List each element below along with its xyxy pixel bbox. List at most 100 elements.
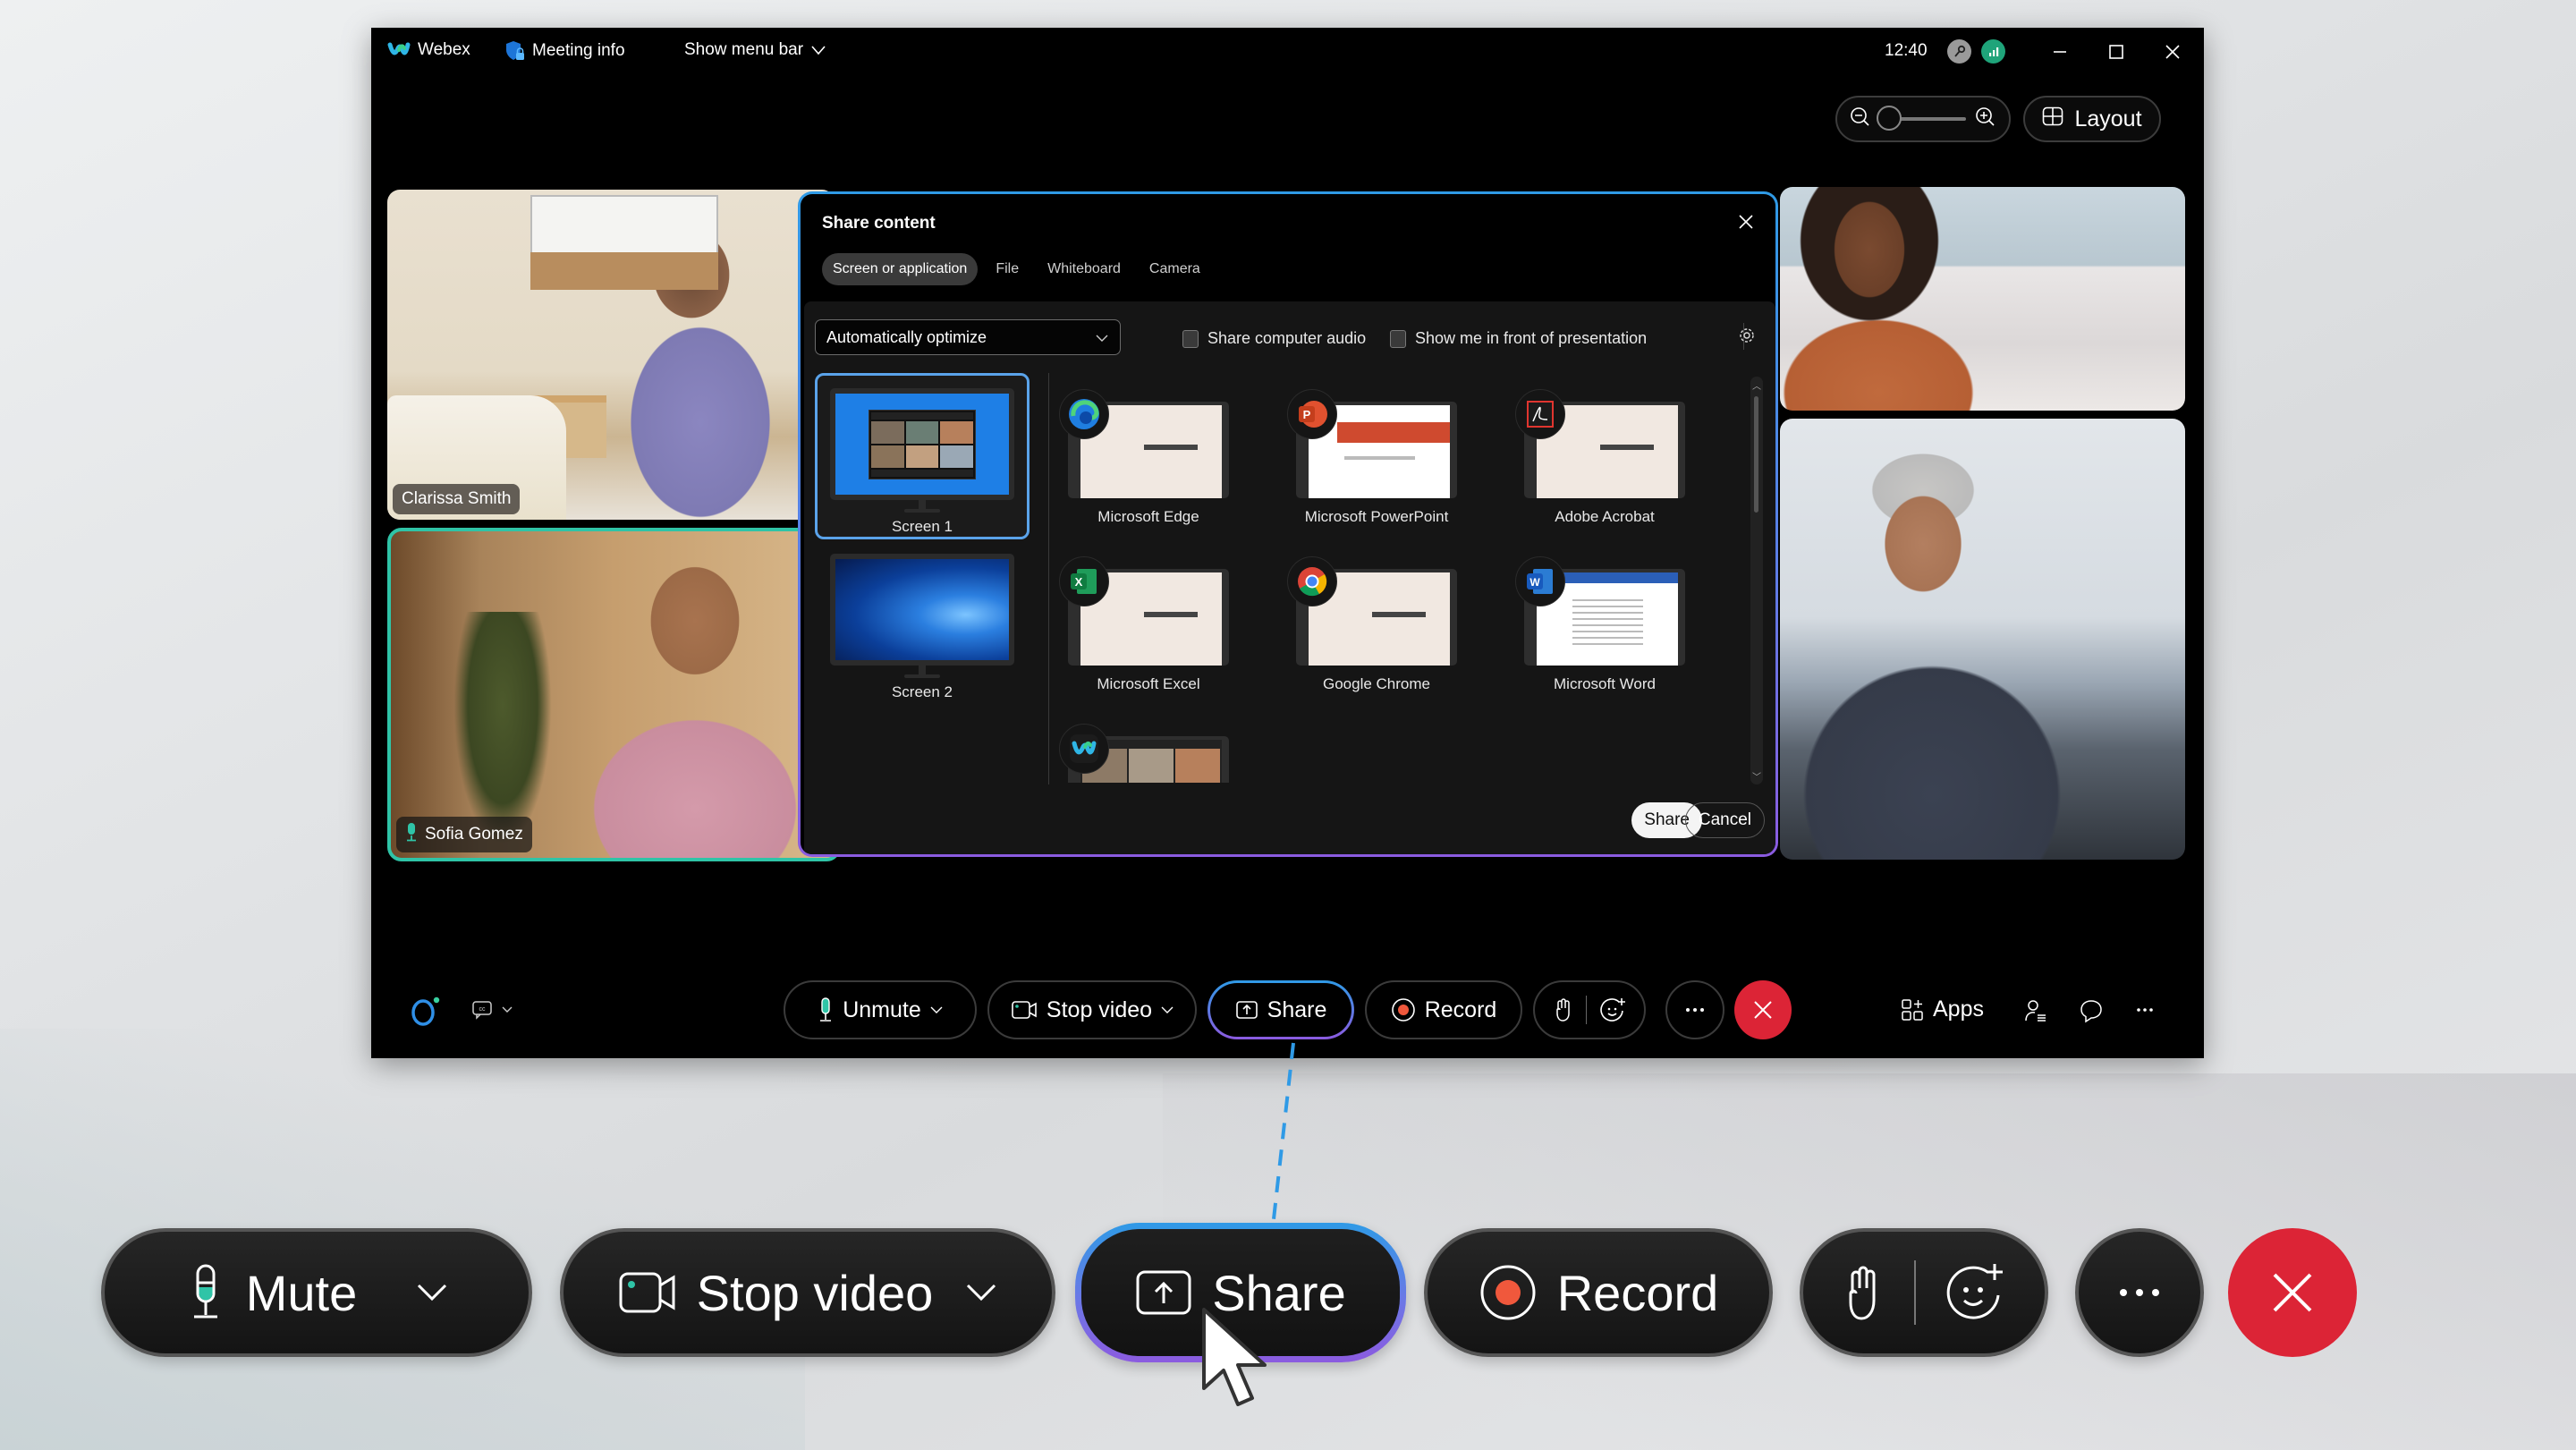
close-icon xyxy=(2273,1273,2312,1312)
shield-lock-icon xyxy=(505,40,525,62)
enlarged-mute-button[interactable]: Mute xyxy=(101,1228,532,1357)
participant-name: Sofia Gomez xyxy=(425,825,523,844)
optimize-dropdown-value: Automatically optimize xyxy=(826,327,987,346)
svg-text:X: X xyxy=(1075,575,1083,589)
screen-1-thumbnail xyxy=(835,394,1009,495)
participant-video-tile[interactable] xyxy=(1780,419,2185,860)
participant-video-tile[interactable]: Clarissa Smith xyxy=(387,190,835,520)
ai-assistant-button[interactable] xyxy=(409,995,445,1027)
closed-captions-icon: cc xyxy=(472,1001,492,1020)
application-label: Microsoft Word xyxy=(1554,675,1656,692)
video-camera-icon xyxy=(1012,1001,1037,1019)
webex-meeting-window: Webex Meeting info Show menu bar 12:40 L… xyxy=(371,28,2204,1058)
layout-button[interactable]: Layout xyxy=(2023,96,2161,142)
enlarged-record-button[interactable]: Record xyxy=(1424,1228,1773,1357)
dialog-close-button[interactable] xyxy=(1733,208,1759,235)
microphone-active-icon xyxy=(405,822,418,847)
tab-whiteboard[interactable]: Whiteboard xyxy=(1037,253,1131,285)
edge-icon xyxy=(1059,389,1109,439)
participant-name-tag: Clarissa Smith xyxy=(393,484,521,514)
zoom-out-icon[interactable] xyxy=(1850,106,1871,132)
screen-label: Screen 2 xyxy=(891,683,953,700)
app-name: Webex xyxy=(418,40,470,59)
network-health-icon[interactable] xyxy=(1981,39,2005,64)
screen-option[interactable]: Screen 1 xyxy=(815,373,1030,539)
show-menu-bar-button[interactable]: Show menu bar xyxy=(684,40,826,60)
zoom-slider-thumb[interactable] xyxy=(1877,106,1902,131)
callout-dashed-line xyxy=(1272,1042,1295,1220)
raise-hand-icon[interactable] xyxy=(1843,1263,1887,1322)
svg-text:cc: cc xyxy=(479,1006,487,1013)
tab-file[interactable]: File xyxy=(985,253,1030,285)
record-icon xyxy=(1391,998,1415,1022)
share-tabs: Screen or application File Whiteboard Ca… xyxy=(822,253,1211,285)
close-window-button[interactable] xyxy=(2159,38,2186,65)
apps-scrollbar[interactable]: ︿ ﹀ xyxy=(1750,377,1763,784)
record-icon xyxy=(1480,1265,1536,1320)
zoom-slider[interactable] xyxy=(1877,106,1966,131)
end-call-button[interactable] xyxy=(1734,980,1792,1039)
acrobat-icon xyxy=(1515,389,1565,439)
scrollbar-thumb[interactable] xyxy=(1754,396,1758,513)
mouse-pointer-icon xyxy=(1202,1308,1267,1406)
show-menu-bar-label: Show menu bar xyxy=(684,40,804,59)
zoom-in-icon[interactable] xyxy=(1975,106,1996,132)
divider xyxy=(1914,1260,1916,1325)
participants-button[interactable] xyxy=(2024,998,2047,1023)
screen-option[interactable]: Screen 2 xyxy=(815,541,1030,708)
optimize-dropdown[interactable]: Automatically optimize xyxy=(815,319,1121,355)
record-button[interactable]: Record xyxy=(1365,980,1522,1039)
record-label: Record xyxy=(1424,996,1497,1022)
panel-more-options-button[interactable] xyxy=(2136,1007,2154,1013)
active-speaker-video-tile[interactable]: Sofia Gomez xyxy=(387,528,841,861)
layout-grid-icon xyxy=(2042,106,2063,132)
participant-name: Clarissa Smith xyxy=(402,489,512,508)
share-settings-button[interactable] xyxy=(1738,326,1756,349)
scroll-down-icon[interactable]: ﹀ xyxy=(1752,769,1761,783)
add-reaction-icon[interactable] xyxy=(1599,996,1626,1023)
participants-icon xyxy=(2025,1000,2046,1022)
add-reaction-icon[interactable] xyxy=(1943,1261,2005,1324)
meeting-info-button[interactable]: Meeting info xyxy=(505,40,625,62)
tab-camera[interactable]: Camera xyxy=(1139,253,1211,285)
participant-video-tile[interactable] xyxy=(1780,187,2185,411)
chat-button[interactable] xyxy=(2080,998,2103,1023)
share-screen-icon xyxy=(1235,1001,1258,1019)
unmute-label: Unmute xyxy=(843,996,921,1022)
checkbox-box[interactable] xyxy=(1390,329,1406,348)
maximize-window-button[interactable] xyxy=(2103,38,2130,65)
webex-app-menu[interactable]: Webex xyxy=(387,40,470,60)
mute-label: Mute xyxy=(245,1264,358,1321)
minimize-window-button[interactable] xyxy=(2046,38,2073,65)
monitor-icon xyxy=(830,554,1014,666)
stop-video-button[interactable]: Stop video xyxy=(987,980,1197,1039)
dialog-cancel-button[interactable]: Cancel xyxy=(1684,802,1765,838)
checkbox-box[interactable] xyxy=(1182,329,1199,348)
enlarged-more-options-button[interactable] xyxy=(2075,1228,2204,1357)
apps-button[interactable]: Apps xyxy=(1901,996,1984,1022)
share-button[interactable]: Share xyxy=(1208,980,1354,1039)
closed-captions-button[interactable]: cc xyxy=(471,1000,513,1020)
unmute-button[interactable]: Unmute xyxy=(784,980,977,1039)
more-icon xyxy=(2120,1289,2159,1296)
maximize-icon xyxy=(2109,45,2123,59)
encryption-key-icon[interactable] xyxy=(1947,39,1971,64)
chevron-down-icon xyxy=(418,1284,447,1302)
webex-logo-icon xyxy=(387,41,411,59)
raise-hand-icon[interactable] xyxy=(1554,997,1573,1022)
application-label: Microsoft Excel xyxy=(1097,675,1200,692)
show-me-in-front-checkbox[interactable]: Show me in front of presentation xyxy=(1390,329,1647,348)
enlarged-end-call-button[interactable] xyxy=(2228,1228,2357,1357)
more-options-button[interactable] xyxy=(1665,980,1724,1039)
scroll-up-icon[interactable]: ︿ xyxy=(1752,378,1761,392)
more-icon xyxy=(2137,1008,2153,1012)
tab-screen-or-application[interactable]: Screen or application xyxy=(822,253,979,285)
chevron-down-icon xyxy=(810,45,826,55)
close-icon xyxy=(2165,45,2180,59)
enlarged-stop-video-button[interactable]: Stop video xyxy=(560,1228,1055,1357)
powerpoint-icon: P xyxy=(1287,389,1337,439)
microphone-icon xyxy=(193,1264,217,1319)
share-computer-audio-checkbox[interactable]: Share computer audio xyxy=(1182,329,1366,348)
chrome-icon xyxy=(1287,556,1337,606)
apps-icon xyxy=(1902,998,1923,1021)
